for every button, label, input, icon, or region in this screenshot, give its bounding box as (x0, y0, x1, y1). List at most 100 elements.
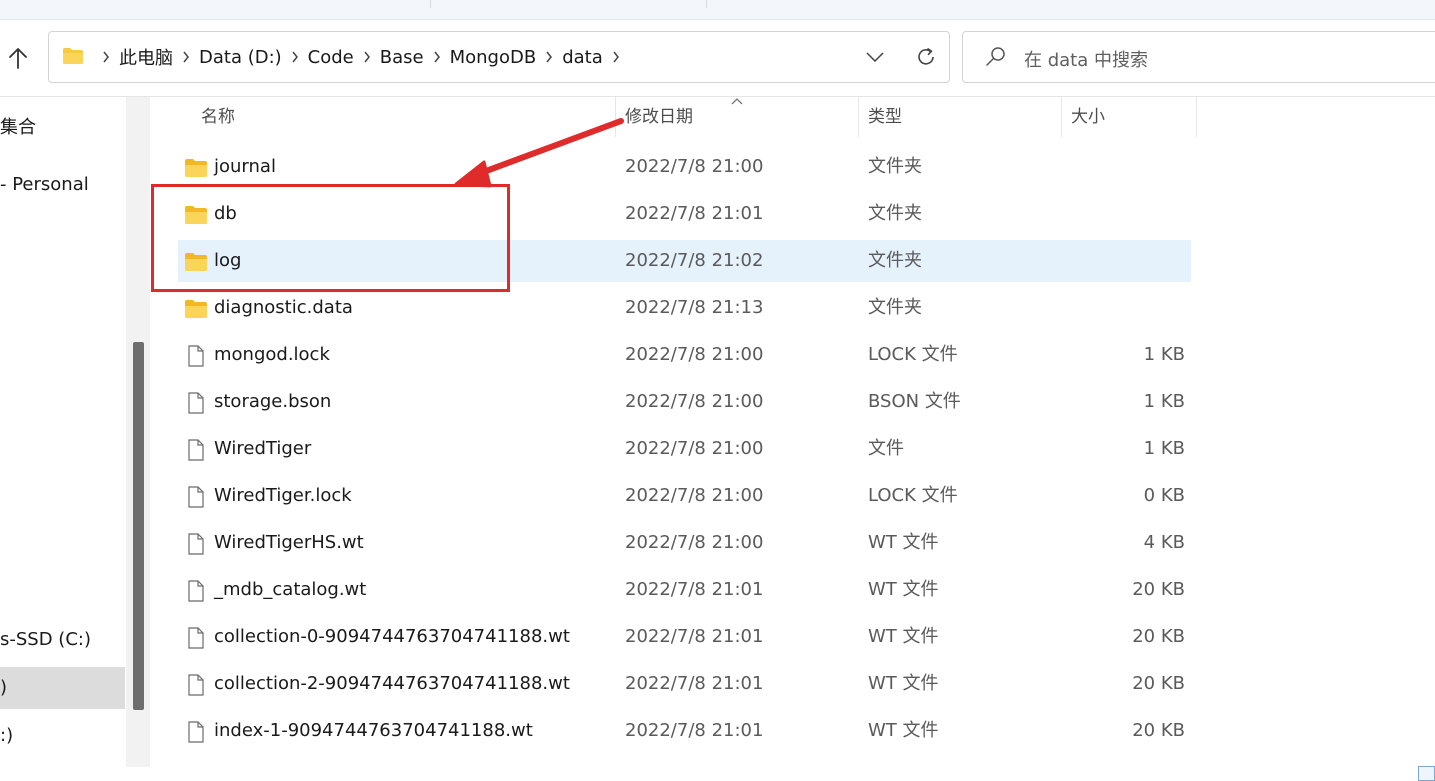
column-header-type[interactable]: 类型 (868, 97, 902, 139)
annotation-arrow (454, 118, 624, 188)
file-modified-date: 2022/7/8 21:01 (625, 203, 764, 224)
file-name: collection-0-9094744763704741188.wt (214, 626, 570, 647)
breadcrumb-item-data[interactable]: data (562, 47, 603, 68)
chevron-right-icon[interactable] (93, 47, 119, 67)
breadcrumb-item-base[interactable]: Base (380, 47, 424, 68)
file-icon (184, 486, 208, 508)
file-modified-date: 2022/7/8 21:02 (625, 250, 764, 271)
file-row-wiredtigerhs-wt[interactable]: WiredTigerHS.wt 2022/7/8 21:00 WT 文件 4 KB (178, 522, 1191, 564)
sort-ascending-icon (731, 98, 743, 105)
column-header-size[interactable]: 大小 (1071, 97, 1105, 139)
tab-strip (0, 0, 1435, 20)
breadcrumb: 此电脑 Data (D:) Code Base MongoDB data (93, 32, 629, 82)
file-name: WiredTiger.lock (214, 485, 352, 506)
breadcrumb-item-this-pc[interactable]: 此电脑 (119, 44, 173, 70)
file-row-wiredtiger-lock[interactable]: WiredTiger.lock 2022/7/8 21:00 LOCK 文件 0 KB (178, 475, 1191, 517)
column-divider[interactable] (1061, 97, 1062, 137)
file-type: 文件 (868, 438, 904, 459)
arrow-up-icon (9, 48, 27, 69)
tab-divider (706, 0, 707, 8)
file-type: WT 文件 (868, 673, 939, 694)
column-header-date[interactable]: 修改日期 (625, 97, 693, 139)
tab-divider (430, 0, 431, 8)
column-divider[interactable] (858, 97, 859, 137)
file-name: journal (214, 156, 276, 177)
file-type: LOCK 文件 (868, 485, 958, 506)
file-name: WiredTiger (214, 438, 312, 459)
file-modified-date: 2022/7/8 21:00 (625, 391, 764, 412)
file-size: 4 KB (1143, 532, 1185, 553)
chevron-right-icon[interactable] (424, 47, 450, 67)
file-row-mdb-catalog-wt[interactable]: _mdb_catalog.wt 2022/7/8 21:01 WT 文件 20 KB (178, 569, 1191, 611)
column-headers: 名称 修改日期 类型 大小 (150, 97, 1200, 139)
file-modified-date: 2022/7/8 21:00 (625, 344, 764, 365)
file-type: 文件夹 (868, 203, 922, 224)
file-type: LOCK 文件 (868, 344, 958, 365)
refresh-icon (918, 47, 934, 65)
file-type: 文件夹 (868, 156, 922, 177)
file-name: collection-2-9094744763704741188.wt (214, 673, 570, 694)
up-button[interactable] (0, 42, 36, 74)
chevron-right-icon[interactable] (603, 47, 629, 67)
search-input[interactable]: 在 data 中搜索 (962, 31, 1435, 83)
file-row-index-1-9094744763704741188-wt[interactable]: index-1-9094744763704741188.wt 2022/7/8 2… (178, 710, 1191, 752)
chevron-right-icon[interactable] (354, 47, 380, 67)
file-icon (184, 345, 208, 367)
file-row-mongod-lock[interactable]: mongod.lock 2022/7/8 21:00 LOCK 文件 1 KB (178, 334, 1191, 376)
nav-item-collections[interactable]: 集合 (0, 113, 36, 139)
file-size: 20 KB (1132, 579, 1185, 600)
file-row-collection-2-9094744763704741188-wt[interactable]: collection-2-9094744763704741188.wt 2022/… (178, 663, 1191, 705)
breadcrumb-item-drive[interactable]: Data (D:) (199, 47, 282, 68)
file-icon (184, 580, 208, 602)
navigation-pane: 集合 - Personal s-SSD (C:) ) :) (0, 97, 150, 781)
annotation-highlight-box (151, 184, 510, 292)
column-divider[interactable] (1196, 97, 1197, 137)
column-header-name[interactable]: 名称 (201, 97, 235, 139)
chevron-right-icon[interactable] (536, 47, 562, 67)
file-icon (184, 721, 208, 743)
nav-item-onedrive-personal[interactable]: - Personal (0, 174, 89, 195)
chevron-right-icon[interactable] (173, 47, 199, 67)
toolbar: 此电脑 Data (D:) Code Base MongoDB data 在 d… (0, 20, 1435, 97)
breadcrumb-item-code[interactable]: Code (308, 47, 354, 68)
file-modified-date: 2022/7/8 21:01 (625, 673, 764, 694)
file-row-storage-bson[interactable]: storage.bson 2022/7/8 21:00 BSON 文件 1 KB (178, 381, 1191, 423)
file-type: BSON 文件 (868, 391, 961, 412)
address-bar[interactable]: 此电脑 Data (D:) Code Base MongoDB data (48, 31, 950, 83)
file-type: 文件夹 (868, 250, 922, 271)
address-history-dropdown[interactable] (861, 44, 889, 70)
file-name: index-1-9094744763704741188.wt (214, 720, 533, 741)
file-name: diagnostic.data (214, 297, 353, 318)
nav-item-drive-d[interactable]: ) (0, 677, 7, 698)
nav-scrollbar-thumb[interactable] (133, 342, 144, 710)
search-icon (986, 47, 1005, 66)
file-type: WT 文件 (868, 626, 939, 647)
file-icon (184, 533, 208, 555)
chevron-right-icon[interactable] (282, 47, 308, 67)
file-name: storage.bson (214, 391, 332, 412)
folder-icon (184, 298, 208, 320)
file-type: WT 文件 (868, 720, 939, 741)
breadcrumb-item-mongodb[interactable]: MongoDB (450, 47, 537, 68)
file-size: 20 KB (1132, 720, 1185, 741)
folder-icon (63, 48, 83, 64)
file-row-collection-0-9094744763704741188-wt[interactable]: collection-0-9094744763704741188.wt 2022/… (178, 616, 1191, 658)
file-row-journal[interactable]: journal 2022/7/8 21:00 文件夹 (178, 146, 1191, 188)
file-size: 1 KB (1143, 438, 1185, 459)
file-modified-date: 2022/7/8 21:01 (625, 579, 764, 600)
nav-item-drive-other[interactable]: :) (0, 725, 13, 746)
file-modified-date: 2022/7/8 21:00 (625, 156, 764, 177)
file-row-wiredtiger[interactable]: WiredTiger 2022/7/8 21:00 文件 1 KB (178, 428, 1191, 470)
file-modified-date: 2022/7/8 21:01 (625, 720, 764, 741)
chevron-down-icon (866, 52, 884, 62)
refresh-button[interactable] (911, 42, 941, 72)
file-size: 20 KB (1132, 626, 1185, 647)
file-name: mongod.lock (214, 344, 330, 365)
file-size: 0 KB (1143, 485, 1185, 506)
nav-item-drive-c[interactable]: s-SSD (C:) (0, 629, 91, 650)
file-name: WiredTigerHS.wt (214, 532, 364, 553)
file-icon (184, 627, 208, 649)
file-row-diagnostic-data[interactable]: diagnostic.data 2022/7/8 21:13 文件夹 (178, 287, 1191, 329)
file-icon (184, 439, 208, 461)
file-size: 1 KB (1143, 344, 1185, 365)
